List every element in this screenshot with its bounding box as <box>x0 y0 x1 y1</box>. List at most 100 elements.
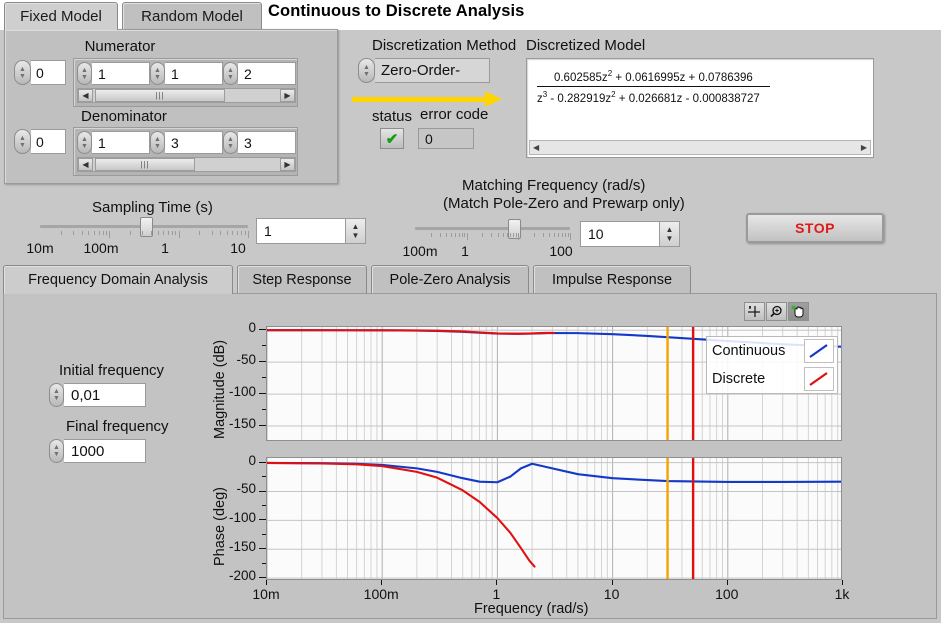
denominator-cells: ▲ ▼ 1 ▲ ▼ 3 ▲ ▼ 3 <box>77 131 296 154</box>
discretization-method-value[interactable]: Zero-Order- <box>375 58 490 83</box>
denominator-cell-1[interactable]: ▲ ▼ 3 <box>150 131 223 154</box>
numerator-cell-1[interactable]: ▲ ▼ 1 <box>150 62 223 85</box>
denominator-cell-0-spinner-icon[interactable]: ▲ ▼ <box>77 131 92 154</box>
numerator-scrollbar-thumb[interactable]: ||| <box>95 89 225 102</box>
pha-yticks-label-2: -100 <box>228 510 256 526</box>
tab-step-response[interactable]: Step Response <box>237 265 367 294</box>
initial-frequency-label: Initial frequency <box>59 362 165 379</box>
pan-tool-icon[interactable] <box>788 302 809 321</box>
matching-frequency-value[interactable]: 10 <box>581 226 659 242</box>
scroll-right-icon[interactable]: ▶ <box>280 158 295 171</box>
numerator-cell-2-value[interactable]: 2 <box>238 62 296 85</box>
chevron-down-icon: ▼ <box>363 70 370 78</box>
sampling-time-stepper[interactable]: ▲ ▼ <box>345 219 365 243</box>
cursor-tool-icon[interactable] <box>744 302 765 321</box>
numerator-scrollbar[interactable]: ◀ ||| ▶ <box>77 88 296 103</box>
denominator-scrollbar-thumb[interactable]: ||| <box>95 158 195 171</box>
tab-pole-zero-analysis[interactable]: Pole-Zero Analysis <box>371 265 529 294</box>
tab-fixed-model[interactable]: Fixed Model <box>4 2 118 30</box>
final-frequency-spinner-icon[interactable]: ▲ ▼ <box>49 439 64 463</box>
error-code-label: error code <box>420 106 489 123</box>
discretization-method-ring[interactable]: ▲ ▼ Zero-Order- <box>358 58 490 83</box>
chevron-up-icon: ▲ <box>154 135 161 143</box>
legend-entry-discrete[interactable]: Discrete <box>707 365 837 393</box>
chevron-down-icon[interactable]: ▼ <box>352 231 360 240</box>
scroll-left-icon[interactable]: ◀ <box>78 89 93 102</box>
tab-impulse-response[interactable]: Impulse Response <box>533 265 691 294</box>
numerator-cell-0[interactable]: ▲ ▼ 1 <box>77 62 150 85</box>
x-tick-label-1: 100m <box>363 586 399 602</box>
fixed-model-panel: Numerator Denominator ▲ ▼ 0 ▲ ▼ 1 ▲ ▼ 1 … <box>4 29 338 184</box>
chevron-up-icon[interactable]: ▲ <box>666 225 674 234</box>
matching-frequency-slider-track[interactable] <box>415 227 570 230</box>
matching-frequency-input[interactable]: 10 ▲ ▼ <box>580 221 680 247</box>
denominator-cell-1-value[interactable]: 3 <box>165 131 223 154</box>
error-code-value: 0 <box>418 128 474 149</box>
chevron-down-icon: ▼ <box>19 72 26 80</box>
numerator-cell-1-spinner-icon[interactable]: ▲ ▼ <box>150 62 165 85</box>
final-frequency-control[interactable]: ▲ ▼ 1000 <box>49 439 146 463</box>
plot-legend[interactable]: Continuous Discrete <box>706 336 838 394</box>
x-tick-label-4: 100 <box>715 586 739 602</box>
sampling-time-value[interactable]: 1 <box>257 223 345 239</box>
chevron-up-icon: ▲ <box>81 135 88 143</box>
discretization-method-spinner-icon[interactable]: ▲ ▼ <box>358 58 375 83</box>
status-checkmark-icon: ✔ <box>380 128 404 149</box>
denominator-scrollbar[interactable]: ◀ ||| ▶ <box>77 157 296 172</box>
zoom-tool-icon[interactable] <box>766 302 787 321</box>
numerator-index-value[interactable]: 0 <box>31 60 66 85</box>
final-frequency-value[interactable]: 1000 <box>64 439 146 463</box>
tab-frequency-domain-analysis[interactable]: Frequency Domain Analysis <box>3 265 233 294</box>
mag-yticks-mark-1 <box>259 361 266 363</box>
numerator-cell-0-spinner-icon[interactable]: ▲ ▼ <box>77 62 92 85</box>
numerator-cell-0-value[interactable]: 1 <box>92 62 150 85</box>
denominator-cell-1-spinner-icon[interactable]: ▲ ▼ <box>150 131 165 154</box>
phase-plot-area[interactable] <box>266 457 842 580</box>
chevron-down-icon[interactable]: ▼ <box>666 234 674 243</box>
x-tick-mark-3 <box>611 580 613 585</box>
numerator-array: ▲ ▼ 1 ▲ ▼ 1 ▲ ▼ 2 ◀ ||| ▶ <box>73 58 298 107</box>
chevron-up-icon[interactable]: ▲ <box>352 222 360 231</box>
denominator-array: ▲ ▼ 1 ▲ ▼ 3 ▲ ▼ 3 ◀ ||| ▶ <box>73 127 298 176</box>
initial-frequency-control[interactable]: ▲ ▼ 0,01 <box>49 383 146 407</box>
phase-plot[interactable] <box>266 457 842 580</box>
initial-frequency-spinner-icon[interactable]: ▲ ▼ <box>49 383 64 407</box>
scroll-right-icon[interactable]: ▶ <box>861 143 867 152</box>
tf-den-part-2: + 0.026681z - 0.000838727 <box>615 92 760 105</box>
scroll-left-icon[interactable]: ◀ <box>533 143 539 152</box>
numerator-cell-1-value[interactable]: 1 <box>165 62 223 85</box>
mag-yticks-label-2: -100 <box>228 384 256 400</box>
denominator-cell-0-value[interactable]: 1 <box>92 131 150 154</box>
legend-swatch-continuous[interactable] <box>804 339 834 363</box>
denominator-cell-2[interactable]: ▲ ▼ 3 <box>223 131 296 154</box>
status-label: status <box>372 108 413 125</box>
pha-yticks-mark-4 <box>259 577 266 579</box>
scroll-right-icon[interactable]: ▶ <box>280 89 295 102</box>
denominator-label: Denominator <box>81 108 167 125</box>
denominator-cell-2-spinner-icon[interactable]: ▲ ▼ <box>223 131 238 154</box>
denominator-index-spinner-icon[interactable]: ▲ ▼ <box>14 129 31 154</box>
x-tick-label-5: 1k <box>834 586 850 602</box>
denominator-index-control[interactable]: ▲ ▼ 0 <box>14 129 66 154</box>
numerator-index-spinner-icon[interactable]: ▲ ▼ <box>14 60 31 85</box>
legend-entry-continuous[interactable]: Continuous <box>707 337 837 365</box>
discretized-model-scrollbar[interactable]: ◀ ▶ <box>529 140 871 155</box>
matching-frequency-stepper[interactable]: ▲ ▼ <box>659 222 679 246</box>
legend-swatch-discrete[interactable] <box>804 367 834 391</box>
discretized-model-label: Discretized Model <box>526 37 646 54</box>
discretized-model-display[interactable]: 0.602585z2 + 0.0616995z + 0.0786396 z3 -… <box>526 58 874 158</box>
numerator-index-control[interactable]: ▲ ▼ 0 <box>14 60 66 85</box>
sampling-time-input[interactable]: 1 ▲ ▼ <box>256 218 366 244</box>
chevron-down-icon: ▼ <box>227 142 234 150</box>
numerator-cell-2-spinner-icon[interactable]: ▲ ▼ <box>223 62 238 85</box>
denominator-index-value[interactable]: 0 <box>31 129 66 154</box>
denominator-cell-2-value[interactable]: 3 <box>238 131 296 154</box>
scroll-left-icon[interactable]: ◀ <box>78 158 93 171</box>
numerator-cell-2[interactable]: ▲ ▼ 2 <box>223 62 296 85</box>
stop-button[interactable]: STOP <box>746 213 884 243</box>
denominator-cell-0[interactable]: ▲ ▼ 1 <box>77 131 150 154</box>
initial-frequency-value[interactable]: 0,01 <box>64 383 146 407</box>
tab-random-model[interactable]: Random Model <box>122 2 262 30</box>
x-tick-mark-5 <box>842 580 843 585</box>
tf-num-part-1: + 0.0616995z + 0.0786396 <box>612 71 753 84</box>
